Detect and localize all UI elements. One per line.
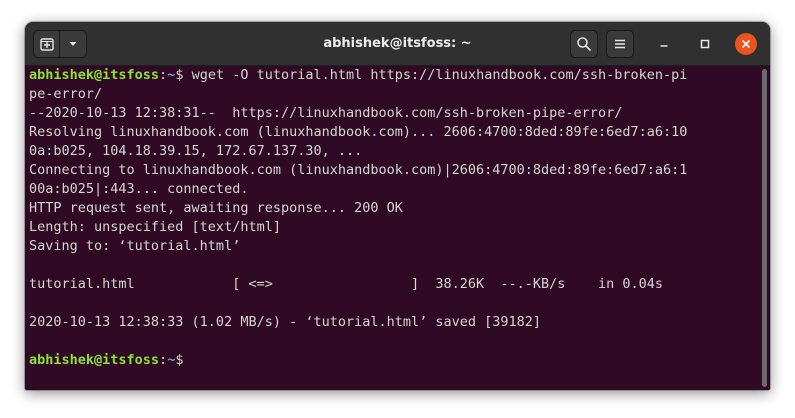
prompt-user: abhishek@itsfoss — [29, 352, 160, 368]
hamburger-menu-icon — [615, 39, 625, 49]
output-line: 00a:b025|:443... connected. — [29, 181, 249, 197]
new-tab-button-group — [33, 30, 87, 58]
terminal-window: abhishek@itsfoss: ~ abhishek@itsfoss:~$ … — [25, 22, 770, 390]
search-button[interactable] — [570, 30, 598, 58]
output-line: Length: unspecified [text/html] — [29, 219, 281, 235]
close-button[interactable] — [735, 33, 757, 55]
new-tab-button[interactable] — [34, 31, 61, 57]
output-line: tutorial.html [ <=> ] 38.26K --.-KB/s in… — [29, 276, 663, 292]
prompt-symbol: $ — [175, 352, 184, 368]
new-tab-icon — [39, 38, 54, 51]
minimize-button[interactable] — [653, 33, 675, 55]
output-line: HTTP request sent, awaiting response... … — [29, 200, 403, 216]
chevron-down-icon — [69, 42, 77, 46]
search-icon — [577, 37, 591, 51]
output-line: 0a:b025, 104.18.39.15, 172.67.137.30, ..… — [29, 143, 363, 159]
command-text: wget -O tutorial.html https://linuxhandb… — [183, 67, 688, 83]
terminal-text: abhishek@itsfoss:~$ wget -O tutorial.htm… — [29, 66, 759, 370]
command-line: abhishek@itsfoss:~$ wget -O tutorial.htm… — [29, 66, 759, 85]
prompt-separator: : — [159, 352, 168, 368]
maximize-icon — [700, 39, 710, 49]
output-line: 2020-10-13 12:38:33 (1.02 MB/s) - ‘tutor… — [29, 314, 542, 330]
output-line: pe-error/ — [29, 86, 103, 102]
output-line: --2020-10-13 12:38:31-- https://linuxhan… — [29, 105, 623, 121]
prompt-user: abhishek@itsfoss — [29, 67, 160, 83]
title-bar[interactable]: abhishek@itsfoss: ~ — [25, 22, 770, 66]
main-menu-button[interactable] — [606, 30, 634, 58]
terminal-output-area[interactable]: abhishek@itsfoss:~$ wget -O tutorial.htm… — [25, 66, 770, 390]
prompt-separator: : — [159, 67, 168, 83]
output-line: Saving to: ‘tutorial.html’ — [29, 238, 241, 254]
vertical-scrollbar[interactable] — [762, 69, 767, 387]
close-icon — [742, 40, 750, 48]
maximize-button[interactable] — [694, 33, 716, 55]
output-line: Connecting to linuxhandbook.com (linuxha… — [29, 162, 688, 178]
tab-menu-dropdown-button[interactable] — [60, 31, 86, 57]
output-line: Resolving linuxhandbook.com (linuxhandbo… — [29, 124, 688, 140]
final-prompt-line: abhishek@itsfoss:~$ — [29, 351, 759, 370]
minimize-icon — [660, 45, 668, 47]
